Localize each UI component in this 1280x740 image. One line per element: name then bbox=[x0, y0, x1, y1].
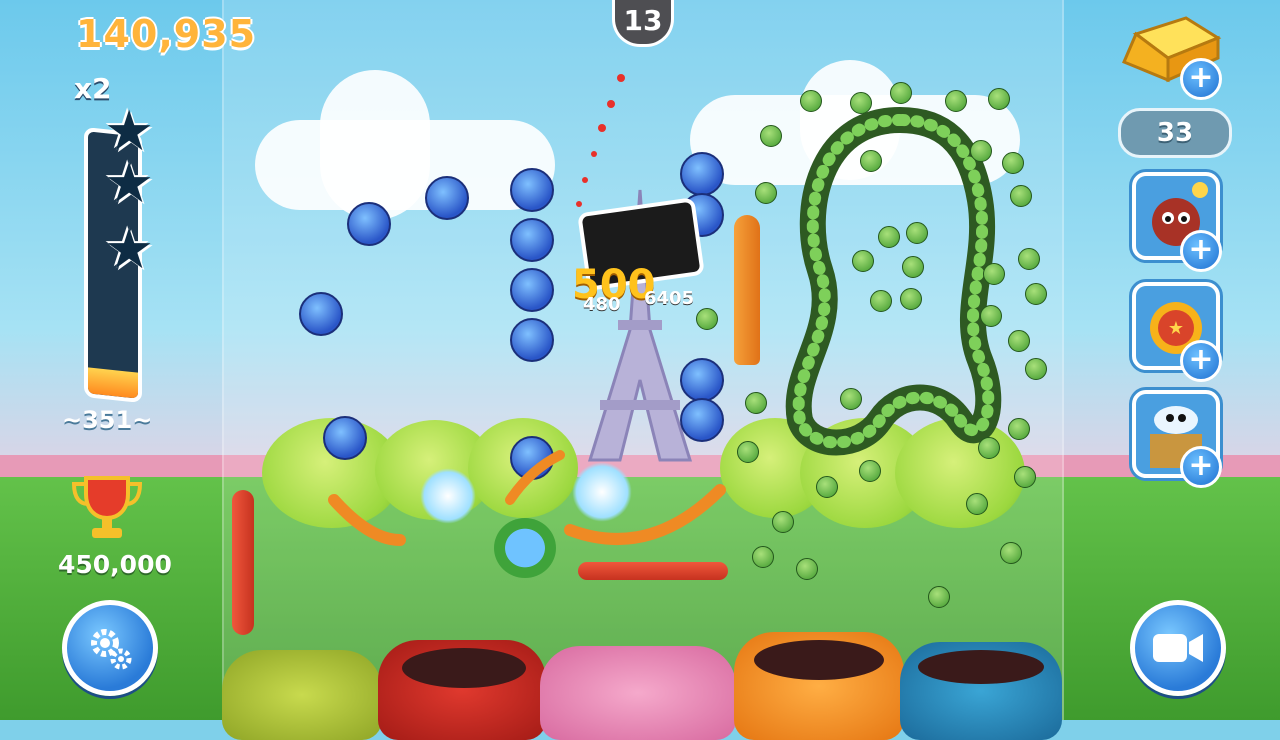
pea-peg bbox=[902, 256, 924, 278]
gold-counter: 33 bbox=[1118, 108, 1232, 158]
pea-peg bbox=[796, 558, 818, 580]
pea-peg bbox=[878, 226, 900, 248]
blue-pot-mouth bbox=[918, 650, 1044, 684]
settings-button[interactable] bbox=[62, 600, 158, 696]
pea-peg bbox=[1018, 248, 1040, 270]
launcher: 13 bbox=[612, 0, 674, 47]
pea-peg bbox=[840, 388, 862, 410]
blueberry-peg bbox=[680, 152, 724, 196]
blueberry-peg bbox=[510, 318, 554, 362]
pink-pot bbox=[540, 646, 736, 740]
pea-peg bbox=[980, 305, 1002, 327]
ghost-cloud bbox=[320, 70, 430, 220]
balls-remaining: 13 bbox=[623, 4, 663, 37]
blueberry-peg bbox=[680, 398, 724, 442]
pea-peg bbox=[988, 88, 1010, 110]
blueberry-peg bbox=[347, 202, 391, 246]
blueberry-peg bbox=[510, 168, 554, 212]
pea-peg bbox=[696, 308, 718, 330]
pea-peg bbox=[1002, 152, 1024, 174]
green-pot bbox=[222, 650, 382, 740]
pea-peg bbox=[1010, 185, 1032, 207]
add-bomb-button[interactable]: + bbox=[1180, 230, 1222, 272]
star-icon: ★ bbox=[104, 151, 155, 216]
red-pot-mouth bbox=[402, 648, 526, 688]
spinner-bumper bbox=[420, 468, 476, 524]
blueberry-peg bbox=[510, 218, 554, 262]
pea-peg bbox=[860, 150, 882, 172]
pea-peg bbox=[755, 182, 777, 204]
pea-peg bbox=[772, 511, 794, 533]
svg-text:★: ★ bbox=[1168, 318, 1184, 339]
pea-peg bbox=[760, 125, 782, 147]
pea-peg bbox=[1014, 466, 1036, 488]
pea-peg bbox=[890, 82, 912, 104]
buy-gold-button[interactable]: + bbox=[1180, 58, 1222, 100]
score-popup-small: 480 bbox=[583, 294, 621, 315]
pea-peg bbox=[859, 460, 881, 482]
score-display: 140,935 bbox=[76, 12, 257, 56]
blue-flower-bumper bbox=[494, 518, 556, 578]
carrot-bumper bbox=[734, 215, 760, 365]
target-score: ~351~ bbox=[62, 406, 153, 434]
pea-peg bbox=[928, 586, 950, 608]
pea-peg bbox=[1025, 283, 1047, 305]
pea-peg bbox=[737, 441, 759, 463]
replay-video-button[interactable] bbox=[1130, 600, 1226, 696]
blueberry-peg bbox=[680, 358, 724, 402]
video-camera-icon bbox=[1153, 634, 1203, 662]
pea-peg bbox=[978, 437, 1000, 459]
trophy-score: 450,000 bbox=[58, 550, 172, 579]
orange-pot-mouth bbox=[754, 640, 884, 680]
pea-peg bbox=[816, 476, 838, 498]
star-icon: ★ bbox=[104, 217, 155, 282]
pea-peg bbox=[1008, 330, 1030, 352]
pea-peg bbox=[983, 263, 1005, 285]
score-popup-small: 6405 bbox=[644, 288, 695, 309]
pea-peg bbox=[906, 222, 928, 244]
pea-peg bbox=[900, 288, 922, 310]
aim-trajectory bbox=[576, 74, 625, 207]
pea-peg bbox=[870, 290, 892, 312]
trophy-icon bbox=[71, 476, 143, 538]
red-carrot-bumper bbox=[232, 490, 254, 635]
pea-peg bbox=[945, 90, 967, 112]
pea-peg bbox=[1000, 542, 1022, 564]
pea-peg bbox=[1025, 358, 1047, 380]
pea-peg bbox=[800, 90, 822, 112]
blueberry-peg bbox=[299, 292, 343, 336]
pea-peg bbox=[752, 546, 774, 568]
gold-count: 33 bbox=[1156, 118, 1194, 148]
pea-peg bbox=[970, 140, 992, 162]
add-ghost-box-button[interactable]: + bbox=[1180, 446, 1222, 488]
pea-peg bbox=[1008, 418, 1030, 440]
pea-peg bbox=[745, 392, 767, 414]
blueberry-peg bbox=[425, 176, 469, 220]
star-meter-fill bbox=[88, 367, 138, 399]
pea-peg bbox=[966, 493, 988, 515]
add-fireball-button[interactable]: + bbox=[1180, 340, 1222, 382]
pea-peg bbox=[850, 92, 872, 114]
blueberry-peg bbox=[510, 268, 554, 312]
spinner-bumper bbox=[572, 462, 632, 522]
gear-icon bbox=[91, 629, 132, 670]
pea-peg bbox=[852, 250, 874, 272]
